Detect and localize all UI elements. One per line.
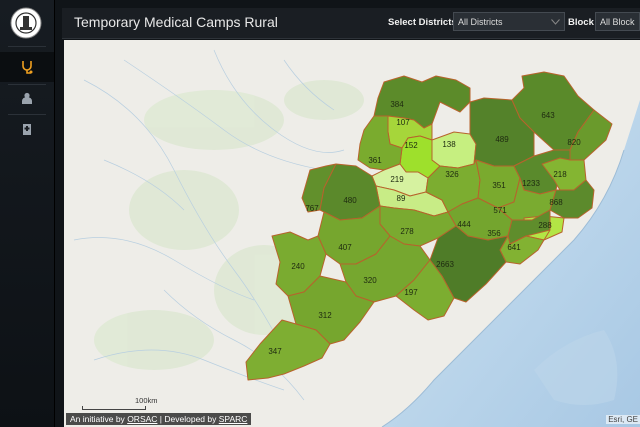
hospital-icon (23, 124, 31, 135)
state-emblem-logo (10, 7, 42, 39)
scale-bar: 100km (82, 396, 158, 410)
district-label: 218 (553, 170, 567, 179)
page-title: Temporary Medical Camps Rural (74, 14, 278, 30)
credit-initiative-text: An initiative by (70, 414, 125, 424)
district-label: 1233 (522, 179, 540, 188)
credit-developed-text: Developed by (164, 414, 217, 424)
orsac-link[interactable]: ORSAC (127, 414, 157, 424)
district-label: 444 (457, 220, 471, 229)
district-label: 288 (538, 221, 552, 230)
district-label: 361 (368, 156, 382, 165)
district-label: 2663 (436, 260, 454, 269)
district-polygon[interactable] (431, 131, 477, 169)
district-label: 407 (338, 243, 352, 252)
district-label: 152 (404, 141, 418, 150)
sidebar-item-hospital[interactable] (0, 114, 54, 144)
district-label: 107 (396, 118, 410, 127)
district-select-label: Select Districts (388, 17, 457, 28)
sidebar-item-doctor[interactable] (0, 83, 54, 113)
district-label: 320 (363, 276, 377, 285)
district-select[interactable]: All Districts (453, 12, 565, 31)
district-label: 89 (397, 194, 406, 203)
scale-label: 100km (135, 396, 158, 405)
district-label: 240 (291, 262, 305, 271)
district-label: 356 (487, 229, 501, 238)
esri-attribution: Esri, GE (606, 415, 640, 424)
district-label: 820 (567, 138, 581, 147)
block-select-label: Block (568, 17, 594, 28)
district-label: 278 (400, 227, 414, 236)
sidebar-divider (8, 46, 46, 47)
district-label: 312 (318, 311, 332, 320)
block-select[interactable]: All Block (595, 12, 640, 31)
district-label: 643 (541, 111, 555, 120)
credit-separator: | (159, 414, 163, 424)
district-label: 326 (445, 170, 459, 179)
district-label: 480 (343, 196, 357, 205)
district-label: 571 (493, 206, 507, 215)
basemap-svg: 384 107 152 138 489 643 820 361 219 89 3… (64, 40, 640, 427)
district-label: 197 (404, 288, 418, 297)
stethoscope-icon (22, 61, 33, 74)
district-map[interactable]: 384 107 152 138 489 643 820 361 219 89 3… (64, 40, 640, 427)
doctor-icon (22, 92, 32, 104)
sidebar (0, 0, 55, 427)
district-label: 347 (268, 347, 282, 356)
district-label: 868 (549, 198, 563, 207)
header-bar: Temporary Medical Camps Rural Select Dis… (62, 8, 640, 39)
district-label: 767 (305, 204, 319, 213)
district-label: 351 (492, 181, 506, 190)
sidebar-item-medical-camp[interactable] (0, 52, 54, 82)
district-label: 384 (390, 100, 404, 109)
block-select-value: All Block (600, 17, 635, 27)
district-label: 489 (495, 135, 509, 144)
attribution-credit: An initiative by ORSAC | Developed by SP… (66, 413, 252, 425)
district-label: 138 (442, 140, 456, 149)
sparc-link[interactable]: SPARC (219, 414, 248, 424)
district-label: 641 (507, 243, 521, 252)
district-select-value: All Districts (458, 17, 503, 27)
chevron-down-icon (551, 19, 560, 25)
scale-bar-line (82, 406, 146, 410)
district-label: 219 (390, 175, 404, 184)
